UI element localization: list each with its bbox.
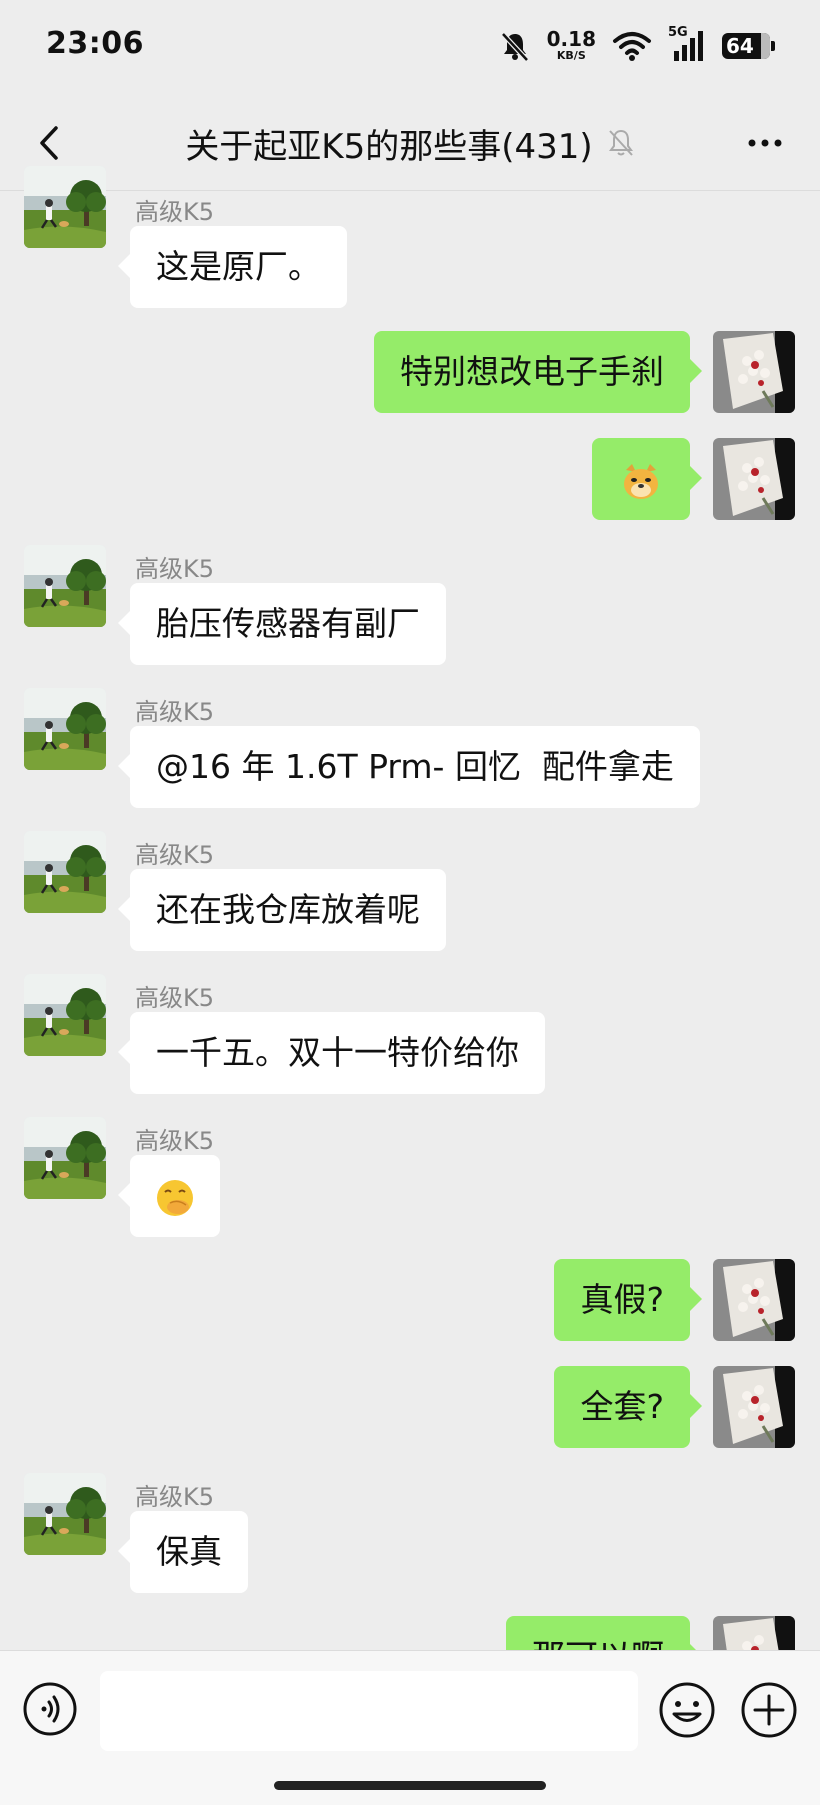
doge-emoji-icon [624, 463, 658, 499]
avatar[interactable] [24, 166, 106, 248]
message-bubble[interactable]: 保真 [118, 1511, 248, 1593]
avatar[interactable] [24, 1473, 106, 1555]
message-bubble[interactable]: 真假? [554, 1259, 702, 1341]
hand-over-mouth-emoji-icon [157, 1179, 193, 1216]
avatar[interactable] [24, 688, 106, 770]
message-bubble[interactable]: 一千五。双十一特价给你 [118, 1012, 545, 1094]
sender-name: 高级K5 [135, 1483, 215, 1511]
message-bubble[interactable]: @16 年 1.6T Prm- 回忆 配件拿走 [118, 726, 700, 808]
bell-off-icon [608, 129, 633, 156]
avatar[interactable] [24, 831, 106, 913]
mute-icon [500, 32, 529, 62]
avatar[interactable] [713, 1366, 795, 1448]
sender-name: 高级K5 [135, 984, 215, 1012]
sender-name: 高级K5 [135, 555, 215, 583]
wifi-icon [613, 32, 651, 61]
sender-name: 高级K5 [135, 198, 215, 226]
message-bubble[interactable]: 还在我仓库放着呢 [118, 869, 446, 951]
signal-icon: 5G [668, 25, 706, 63]
sender-name: 高级K5 [135, 1127, 215, 1155]
emoji-icon[interactable] [658, 1681, 716, 1739]
sender-name: 高级K5 [135, 698, 215, 726]
avatar[interactable] [713, 331, 795, 413]
message-bubble[interactable] [592, 438, 702, 520]
plus-icon[interactable] [740, 1681, 798, 1739]
more-icon[interactable] [740, 118, 790, 168]
status-bar: 23:06 0.18 KB/S 5G 64 [0, 0, 820, 96]
avatar[interactable] [24, 974, 106, 1056]
avatar[interactable] [24, 545, 106, 627]
message-bubble[interactable]: 这是原厂。 [118, 226, 347, 308]
home-indicator[interactable] [274, 1781, 546, 1790]
battery-level: 64 [726, 34, 754, 58]
avatar[interactable] [713, 1259, 795, 1341]
net-speed-value: 0.18 [546, 27, 596, 51]
message-bubble[interactable]: 特别想改电子手刹 [374, 331, 702, 413]
battery-icon: 64 [722, 33, 775, 59]
status-icons: 0.18 KB/S 5G 64 [499, 25, 775, 66]
chat-title[interactable]: 关于起亚K5的那些事(431) [185, 119, 592, 168]
message-bubble[interactable]: 胎压传感器有副厂 [118, 583, 446, 665]
sender-name: 高级K5 [135, 841, 215, 869]
message-bubble[interactable]: 全套? [554, 1366, 702, 1448]
voice-icon[interactable] [22, 1681, 78, 1737]
message-bubble[interactable] [118, 1155, 220, 1237]
chat-title-group: 关于起亚K5的那些事(431) [0, 118, 820, 168]
input-bar [0, 1650, 820, 1805]
net-speed: 0.18 KB/S [547, 29, 596, 63]
net-speed-unit: KB/S [556, 49, 586, 62]
chat-header: 关于起亚K5的那些事(431) [0, 96, 820, 191]
status-time: 23:06 [46, 26, 144, 61]
message-input[interactable] [100, 1671, 638, 1751]
avatar[interactable] [24, 1117, 106, 1199]
avatar[interactable] [713, 438, 795, 520]
